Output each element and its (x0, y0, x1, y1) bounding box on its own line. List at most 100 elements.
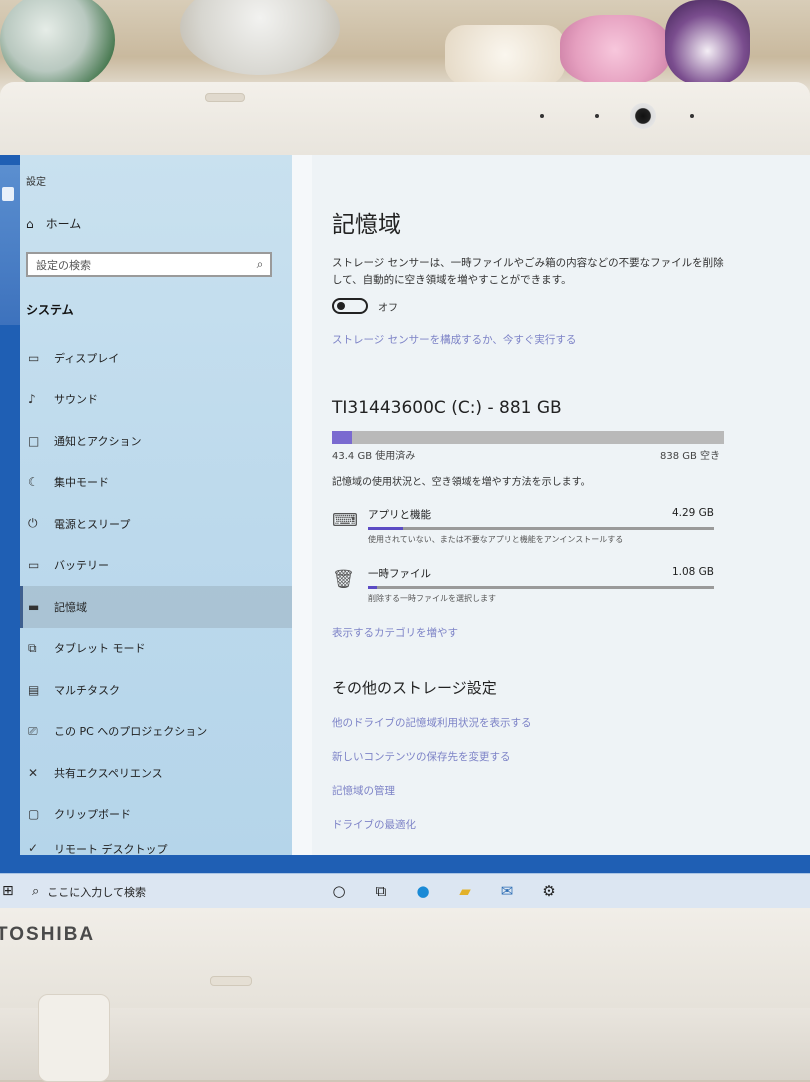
desktop-edge (0, 165, 20, 325)
storage-sense-description: ストレージ センサーは、一時ファイルやごみ箱の内容などの不要なファイルを削除して… (332, 257, 724, 286)
brand-logo: TOSHIBA (0, 924, 96, 945)
display-icon: ▭ (28, 350, 40, 365)
sidebar-item-label: この PC へのプロジェクション (54, 725, 208, 739)
sidebar-item-label: サウンド (54, 393, 98, 407)
settings-icon[interactable]: ⚙ (535, 877, 563, 905)
mail-icon[interactable]: ✉ (493, 877, 521, 905)
storage-spaces-link[interactable]: 記憶域の管理 (332, 783, 395, 798)
sound-icon: ♪ (28, 392, 36, 407)
usage-hint: 記憶域の使用状況と、空き領域を増やす方法を示します。 (332, 477, 591, 488)
other-drives-link[interactable]: 他のドライブの記憶域利用状況を表示する (332, 715, 532, 730)
page-title: 記憶域 (332, 212, 401, 238)
sidebar-item-projection[interactable]: ⎚ この PC へのプロジェクション (20, 711, 292, 753)
search-icon: ⌕ (256, 257, 264, 271)
taskbar: ⊞ ⌕ ここに入力して検索 ○ ⧉ ● ▰ ✉ ⚙ (0, 873, 810, 908)
storage-sense-toggle[interactable] (332, 298, 368, 314)
search-icon: ⌕ (32, 884, 40, 899)
sidebar-item-shared-experience[interactable]: ✕ 共有エクスペリエンス (20, 752, 292, 794)
sidebar-item-label: ディスプレイ (54, 351, 120, 365)
background-shelf (0, 0, 810, 95)
edge-icon[interactable]: ● (409, 877, 437, 905)
sidebar-item-label: リモート デスクトップ (54, 843, 168, 856)
sidebar-item-multitask[interactable]: ▤ マルチタスク (20, 669, 292, 711)
taskbar-search-placeholder: ここに入力して検索 (47, 885, 146, 899)
category-bar-fill (368, 586, 377, 589)
home-link[interactable]: ⌂ ホーム (26, 215, 81, 232)
sidebar-item-label: 通知とアクション (54, 434, 142, 448)
bezel-notch (205, 93, 245, 102)
category-name: 一時ファイル (368, 568, 431, 580)
sidebar-item-label: 集中モード (54, 476, 109, 490)
category-sub: 削除する一時ファイルを選択します (368, 594, 496, 603)
category-bar (368, 527, 714, 530)
battery-icon: ▭ (28, 558, 40, 573)
sidebar-item-battery[interactable]: ▭ バッテリー (20, 545, 292, 587)
sidebar-item-notifications[interactable]: □ 通知とアクション (20, 420, 292, 462)
sidebar-item-focus-assist[interactable]: ☾ 集中モード (20, 462, 292, 504)
storage-icon: ▬ (28, 599, 40, 614)
windows-start-icon[interactable]: ⊞ (2, 883, 14, 899)
settings-search-input[interactable]: 設定の検索 ⌕ (26, 252, 272, 277)
home-icon: ⌂ (26, 216, 34, 231)
main-content: 記憶域 ストレージ センサーは、一時ファイルやごみ箱の内容などの不要なファイルを… (312, 155, 810, 855)
sensor-dot (595, 114, 599, 118)
laptop-bezel-top (0, 82, 810, 160)
storage-sense-toggle-row: オフ (332, 298, 398, 314)
screen: 設定 ⌂ ホーム 設定の検索 ⌕ システム ▭ ディスプレイ ♪ サウンド □ … (0, 155, 810, 908)
clipboard-icon: ▢ (28, 807, 40, 822)
search-placeholder: 設定の検索 (36, 258, 91, 272)
optimize-drives-link[interactable]: ドライブの最適化 (332, 817, 416, 832)
laptop-bezel-bottom (0, 908, 810, 1008)
save-location-link[interactable]: 新しいコンテンツの保存先を変更する (332, 749, 511, 764)
drive-usage-bar (332, 431, 724, 444)
configure-storage-sense-link[interactable]: ストレージ センサーを構成するか、今すぐ実行する (332, 332, 576, 347)
category-bar-fill (368, 527, 403, 530)
section-title: システム (26, 303, 74, 317)
desktop-shortcut-icon[interactable] (2, 187, 14, 201)
category-temp-files[interactable]: 🗑 一時ファイル 1.08 GB 削除する一時ファイルを選択します (332, 566, 724, 612)
home-label: ホーム (45, 217, 82, 231)
taskbar-search-input[interactable]: ⌕ ここに入力して検索 (22, 874, 312, 908)
toy-bubble (0, 0, 115, 90)
power-icon: ⏻ (28, 516, 38, 531)
category-name: アプリと機能 (368, 509, 431, 521)
sidebar-item-power[interactable]: ⏻ 電源とスリープ (20, 503, 292, 545)
category-bar (368, 586, 714, 589)
sidebar-item-label: マルチタスク (54, 683, 120, 697)
settings-window: 設定 ⌂ ホーム 設定の検索 ⌕ システム ▭ ディスプレイ ♪ サウンド □ … (20, 155, 810, 857)
laptop-base (0, 1008, 810, 1080)
sidebar-item-display[interactable]: ▭ ディスプレイ (20, 337, 292, 379)
toggle-state-label: オフ (378, 302, 398, 314)
category-sub: 使用されていない、または不要なアプリと機能をアンインストールする (368, 535, 624, 544)
sensor-dot (540, 114, 544, 118)
laptop-hinge (38, 994, 110, 1082)
bezel-notch-bottom (210, 976, 252, 986)
drive-used-label: 43.4 GB 使用済み (332, 451, 416, 462)
sidebar-item-remote-desktop[interactable]: ✓ リモート デスクトップ (20, 835, 292, 857)
category-size: 4.29 GB (671, 507, 714, 519)
sidebar-item-label: 記憶域 (54, 600, 87, 614)
sidebar-item-tablet[interactable]: ⧉ タブレット モード (20, 628, 292, 670)
toy-globe (180, 0, 340, 75)
cortana-icon[interactable]: ○ (325, 877, 353, 905)
multitask-icon: ▤ (28, 682, 40, 697)
webcam (630, 103, 656, 129)
toy-figure (665, 0, 750, 85)
task-view-icon[interactable]: ⧉ (367, 877, 395, 905)
show-more-categories-link[interactable]: 表示するカテゴリを増やす (332, 625, 458, 640)
toy-pink-bow (560, 15, 670, 85)
explorer-icon[interactable]: ▰ (451, 877, 479, 905)
sidebar-nav: ▭ ディスプレイ ♪ サウンド □ 通知とアクション ☾ 集中モード ⏻ 電源と… (20, 337, 292, 857)
window-title: 設定 (26, 177, 46, 188)
sidebar-item-label: バッテリー (54, 559, 109, 573)
sensor-dot (690, 114, 694, 118)
toggle-knob (337, 302, 345, 310)
sidebar-item-sound[interactable]: ♪ サウンド (20, 379, 292, 421)
trash-icon: 🗑 (332, 569, 355, 590)
notification-icon: □ (28, 433, 40, 448)
sidebar-item-clipboard[interactable]: ▢ クリップボード (20, 794, 292, 836)
tablet-icon: ⧉ (28, 640, 37, 655)
sidebar-item-storage[interactable]: ▬ 記憶域 (20, 586, 292, 628)
category-apps[interactable]: ⌨ アプリと機能 4.29 GB 使用されていない、または不要なアプリと機能をア… (332, 507, 724, 553)
apps-icon: ⌨ (332, 510, 358, 531)
